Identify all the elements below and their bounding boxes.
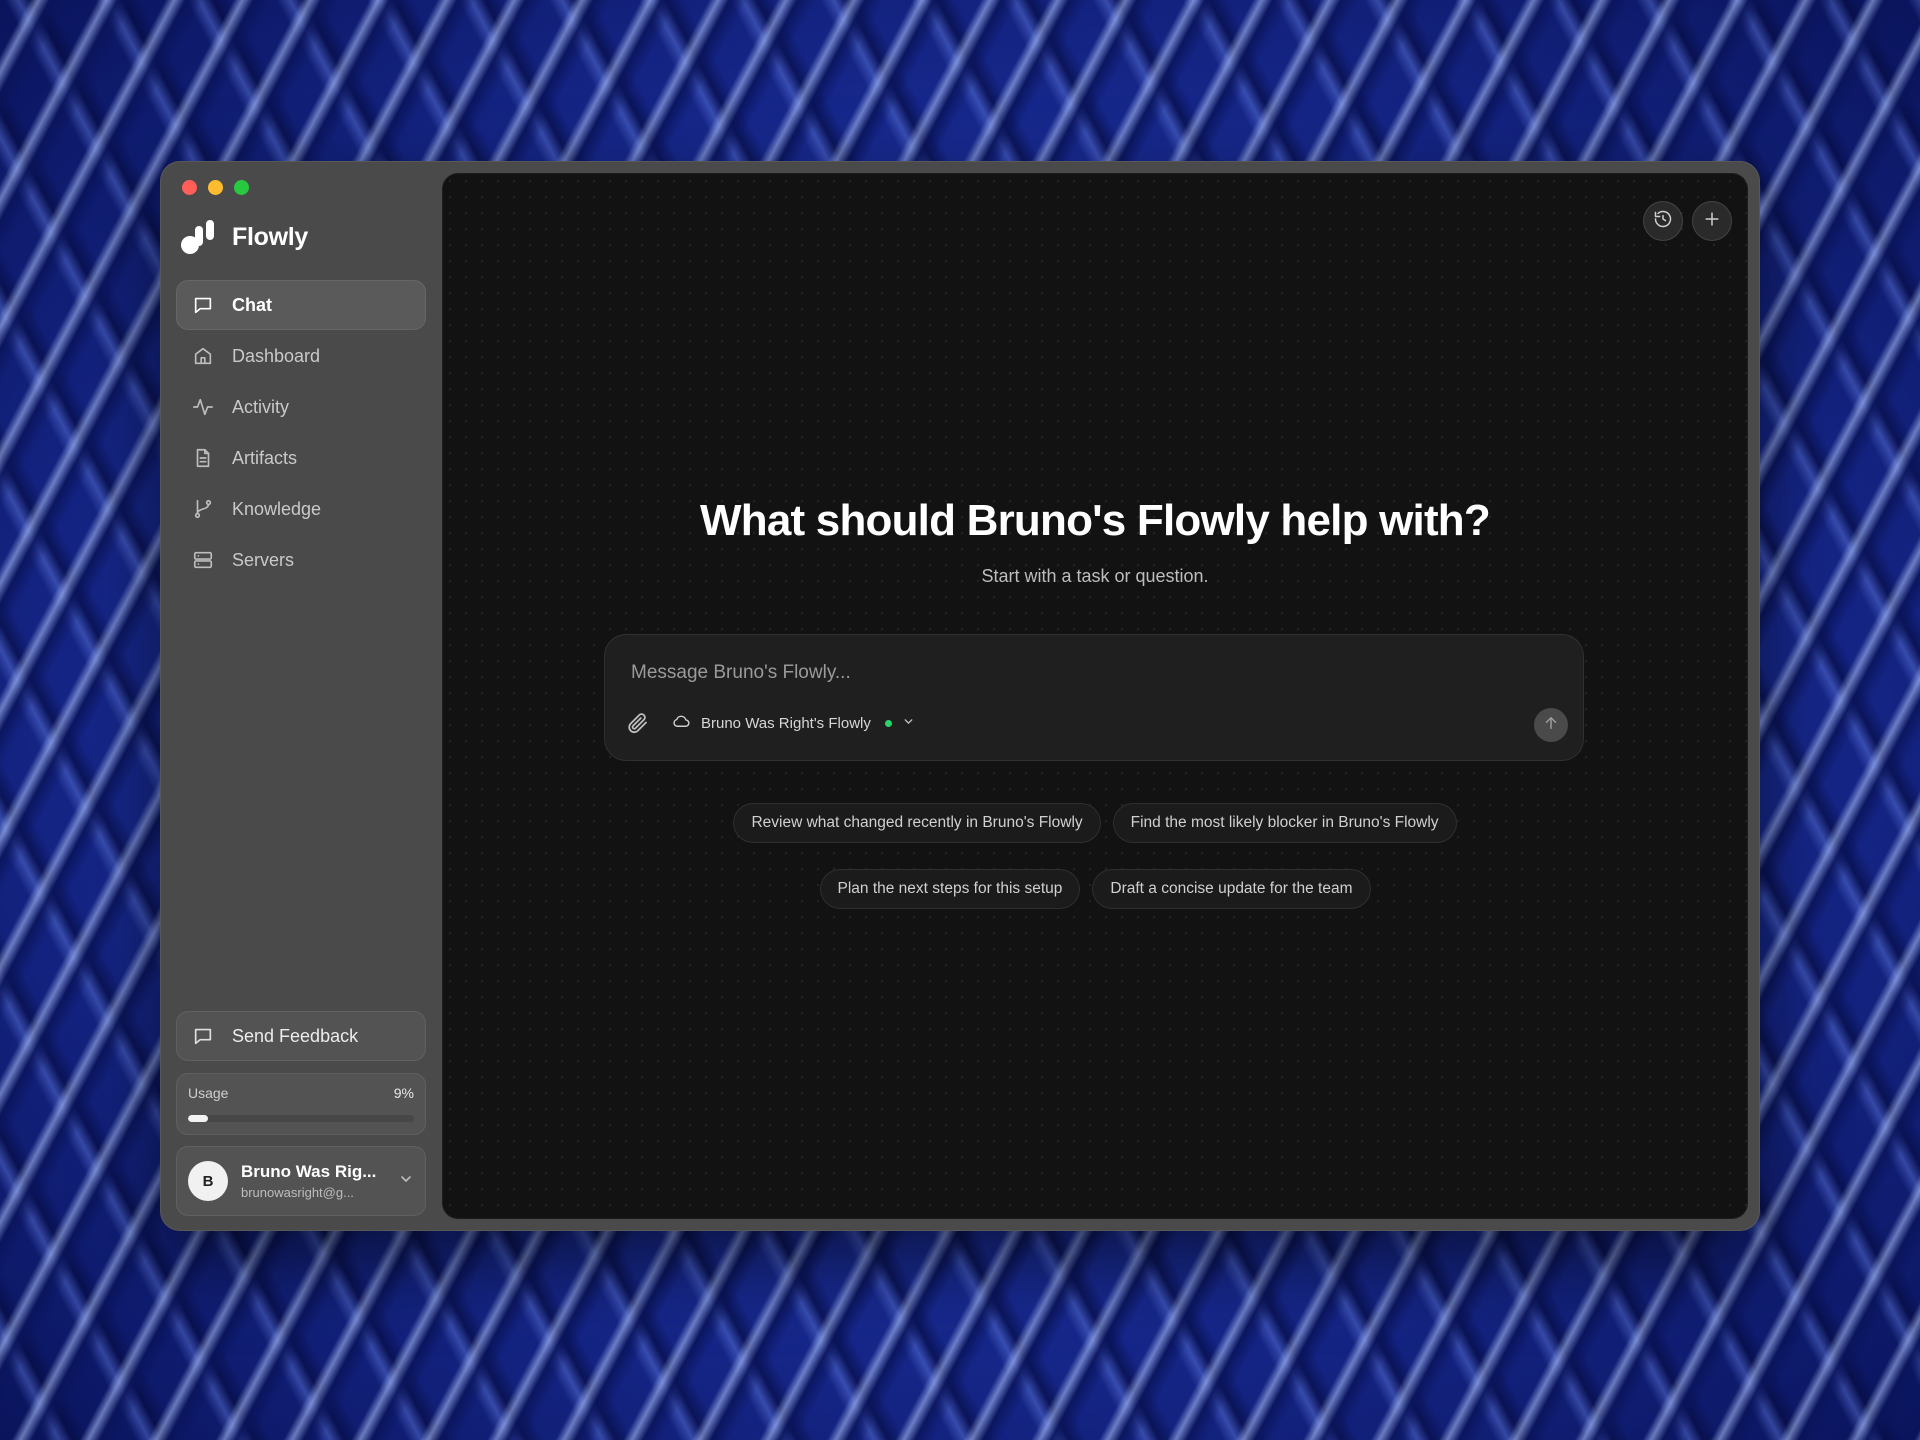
app-window: Flowly Chat Dashboard Activity Artifacts… [160,161,1760,1231]
paperclip-icon[interactable] [626,711,650,735]
sidebar-item-knowledge[interactable]: Knowledge [176,484,426,534]
status-dot [884,720,892,727]
history-icon [1653,209,1673,234]
message-icon [192,1025,214,1047]
suggestion-chip[interactable]: Find the most likely blocker in Bruno's … [1112,803,1457,843]
sidebar-item-label: Chat [232,294,272,315]
suggestion-chip[interactable]: Plan the next steps for this setup [819,869,1081,909]
flowly-logo-icon [180,218,218,256]
sidebar-item-artifacts[interactable]: Artifacts [176,433,426,483]
workspace-name: Bruno Was Right's Flowly [701,715,871,732]
sidebar-nav: Chat Dashboard Activity Artifacts Knowle… [176,280,426,586]
suggestion-chip[interactable]: Review what changed recently in Bruno's … [733,803,1101,843]
arrow-up-icon [1542,714,1560,737]
usage-progress-fill [188,1115,209,1122]
send-button[interactable] [1534,708,1568,742]
sidebar-item-label: Artifacts [232,447,298,468]
top-actions [1643,201,1732,241]
page-subtitle: Start with a task or question. [981,566,1209,586]
sidebar-item-label: Servers [232,549,295,570]
sidebar-item-label: Dashboard [232,345,321,366]
document-icon [192,447,214,469]
avatar: B [188,1161,228,1201]
chevron-down-icon [902,715,915,732]
sidebar-item-servers[interactable]: Servers [176,535,426,585]
git-branch-icon [192,498,214,520]
cloud-icon [672,712,691,735]
chevron-down-icon [398,1171,414,1192]
usage-card: Usage 9% [176,1073,426,1135]
account-name: Bruno Was Rig... [241,1162,377,1181]
sidebar-item-dashboard[interactable]: Dashboard [176,331,426,381]
app-name: Flowly [232,222,308,251]
sidebar-item-label: Activity [232,396,290,417]
suggestion-chip[interactable]: Draft a concise update for the team [1092,869,1371,909]
activity-icon [192,396,214,418]
home-icon [192,345,214,367]
message-input[interactable] [629,652,1533,694]
sidebar-item-chat[interactable]: Chat [176,280,426,330]
chat-icon [192,294,214,316]
usage-label: Usage [188,1085,229,1101]
page-title: What should Bruno's Flowly help with? [700,496,1491,545]
new-chat-button[interactable] [1692,201,1732,241]
account-switcher[interactable]: B Bruno Was Rig... brunowasright@g... [176,1146,426,1216]
send-feedback-button[interactable]: Send Feedback [176,1011,426,1061]
history-button[interactable] [1643,201,1683,241]
sidebar-item-activity[interactable]: Activity [176,382,426,432]
brand[interactable]: Flowly [180,218,308,256]
sidebar: Flowly Chat Dashboard Activity Artifacts… [160,161,442,1231]
usage-percent: 9% [393,1085,414,1101]
plus-icon [1702,209,1722,234]
message-composer: Bruno Was Right's Flowly [604,634,1584,761]
sidebar-item-label: Knowledge [232,498,322,519]
send-feedback-label: Send Feedback [232,1025,359,1046]
workspace-selector[interactable]: Bruno Was Right's Flowly [672,712,915,735]
account-email: brunowasright@g... [241,1185,354,1200]
server-icon [192,549,214,571]
main-panel: What should Bruno's Flowly help with? St… [442,173,1748,1219]
suggestion-list: Review what changed recently in Bruno's … [442,803,1748,935]
usage-progress-bar [188,1115,414,1122]
